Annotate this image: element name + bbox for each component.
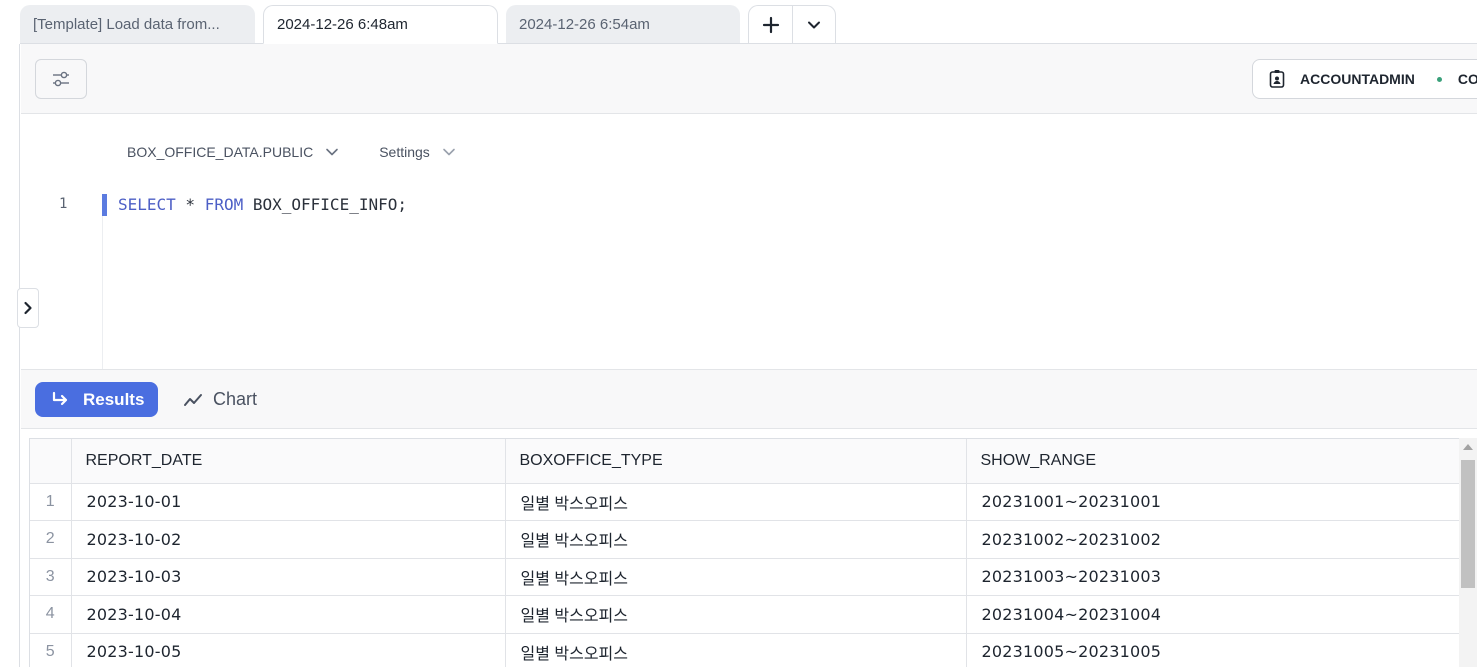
add-tab-button[interactable] (749, 6, 792, 44)
chart-label: Chart (213, 389, 258, 409)
column-header-boxoffice-type[interactable]: BOXOFFICE_TYPE (505, 439, 967, 484)
tab-actions (748, 5, 836, 44)
sql-keyword: SELECT (118, 195, 176, 214)
table-scrollbar[interactable] (1459, 438, 1477, 667)
database-schema-selector[interactable]: BOX_OFFICE_DATA.PUBLIC (127, 144, 339, 160)
sql-editor[interactable]: BOX_OFFICE_DATA.PUBLIC Settings 1 SELECT… (21, 114, 1477, 369)
row-number: 4 (30, 595, 72, 634)
filter-settings-button[interactable] (35, 59, 87, 99)
results-label: Results (83, 389, 145, 409)
sql-token: * (175, 195, 205, 214)
row-number: 2 (30, 520, 72, 559)
cell-boxoffice-type[interactable]: 일별 박스오피스 (505, 558, 967, 596)
cell-boxoffice-type[interactable]: 일별 박스오피스 (505, 595, 967, 634)
left-sidebar-collapsed (0, 44, 20, 667)
row-number: 3 (30, 558, 72, 596)
tab-menu-button[interactable] (792, 6, 835, 44)
cell-boxoffice-type[interactable]: 일별 박스오피스 (505, 483, 967, 521)
role-label: ACCOUNTADMIN (1300, 71, 1415, 87)
chevron-down-icon (442, 148, 455, 156)
cell-show-range[interactable]: 20231004~20231004 (966, 595, 1459, 634)
cell-report-date[interactable]: 2023-10-01 (71, 483, 506, 521)
sql-keyword: FROM (204, 195, 244, 214)
table-row: 1 2023-10-01 일별 박스오피스 20231001~20231001 (30, 483, 1459, 521)
cell-report-date[interactable]: 2023-10-04 (71, 595, 506, 634)
column-header-report-date[interactable]: REPORT_DATE (71, 439, 506, 484)
database-schema-label: BOX_OFFICE_DATA.PUBLIC (127, 144, 314, 160)
warehouse-label: CO (1457, 71, 1477, 87)
row-number: 1 (30, 483, 72, 521)
editor-gutter (102, 194, 103, 369)
chevron-down-icon (326, 148, 339, 156)
cell-report-date[interactable]: 2023-10-02 (71, 520, 506, 559)
cell-report-date[interactable]: 2023-10-05 (71, 633, 506, 667)
tab-worksheet-648am[interactable]: 2024-12-26 6:48am (263, 5, 498, 44)
chevron-down-icon (808, 21, 820, 29)
results-tab-button[interactable]: Results (35, 382, 158, 417)
cell-show-range[interactable]: 20231001~20231001 (966, 483, 1459, 521)
cell-show-range[interactable]: 20231003~20231003 (966, 558, 1459, 596)
row-number-header (30, 439, 72, 484)
row-number: 5 (30, 633, 72, 667)
code-line[interactable]: SELECT * FROM BOX_OFFICE_INFO; (118, 194, 407, 216)
settings-label: Settings (379, 144, 430, 160)
cell-boxoffice-type[interactable]: 일별 박스오피스 (505, 520, 967, 559)
active-line-marker (102, 194, 107, 216)
editor-context-bar: BOX_OFFICE_DATA.PUBLIC Settings (127, 142, 456, 162)
worksheet-toolbar: ACCOUNTADMIN CO (21, 44, 1477, 114)
cell-show-range[interactable]: 20231002~20231002 (966, 520, 1459, 559)
plus-icon (762, 16, 779, 34)
table-row: 2 2023-10-02 일별 박스오피스 20231002~20231002 (30, 520, 1459, 559)
cell-show-range[interactable]: 20231005~20231005 (966, 633, 1459, 667)
worksheet-tab-bar: [Template] Load data from... 2024-12-26 … (0, 0, 1477, 44)
line-number: 1 (59, 196, 68, 212)
chart-tab-button[interactable]: Chart (183, 382, 257, 417)
results-header: Results Chart (21, 369, 1477, 429)
cell-boxoffice-type[interactable]: 일별 박스오피스 (505, 633, 967, 667)
settings-dropdown[interactable]: Settings (379, 144, 456, 160)
table-row: 3 2023-10-03 일별 박스오피스 20231003~20231003 (30, 558, 1459, 596)
results-table: REPORT_DATE BOXOFFICE_TYPE SHOW_RANGE 1 … (29, 438, 1459, 667)
role-warehouse-selector[interactable]: ACCOUNTADMIN CO (1252, 59, 1477, 99)
sql-token: BOX_OFFICE_INFO; (243, 195, 407, 214)
expand-sidebar-button[interactable] (17, 288, 39, 328)
user-badge-icon (1269, 70, 1285, 88)
scroll-up-arrow-icon[interactable] (1463, 444, 1473, 450)
line-chart-icon (184, 393, 202, 406)
tab-worksheet-654am[interactable]: 2024-12-26 6:54am (506, 5, 740, 44)
table-header-row: REPORT_DATE BOXOFFICE_TYPE SHOW_RANGE (30, 439, 1459, 484)
status-dot (1436, 76, 1442, 82)
column-header-show-range[interactable]: SHOW_RANGE (966, 439, 1459, 484)
scrollbar-thumb[interactable] (1461, 460, 1475, 588)
tab-template-load-data[interactable]: [Template] Load data from... (20, 5, 255, 44)
cell-report-date[interactable]: 2023-10-03 (71, 558, 506, 596)
table-row: 5 2023-10-05 일별 박스오피스 20231005~20231005 (30, 633, 1459, 667)
sliders-icon (53, 71, 69, 87)
table-row: 4 2023-10-04 일별 박스오피스 20231004~20231004 (30, 595, 1459, 634)
chevron-right-icon (24, 301, 32, 315)
return-arrow-icon (52, 391, 68, 405)
